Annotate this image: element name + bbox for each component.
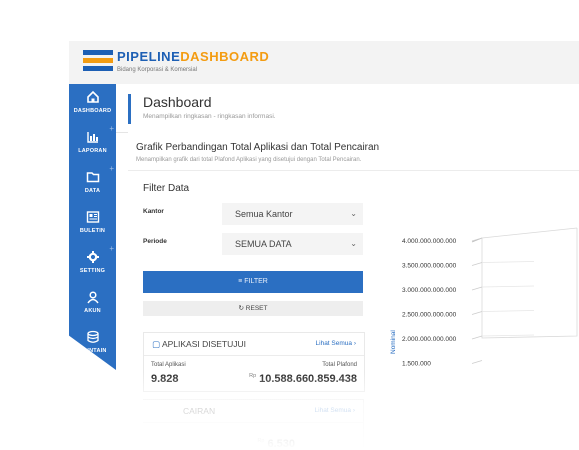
total-aplikasi-value: 9.828 xyxy=(151,373,179,385)
chevron-down-icon: ⌄ xyxy=(350,239,357,248)
sidebar-item-maintain[interactable]: MAINTAIN xyxy=(69,330,116,354)
chart-tick-line xyxy=(471,335,483,340)
sidebar-item-buletin[interactable]: BULETIN xyxy=(69,210,116,234)
reset-button[interactable]: ↻ RESET xyxy=(143,301,363,316)
total-plafond-label: Total Plafond xyxy=(322,362,357,368)
total-pencairan-value: Rp 6.530 xyxy=(257,438,295,450)
sidebar-item-label: MAINTAIN xyxy=(78,348,107,354)
app-frame: PIPELINEDASHBOARD Bidang Korporasi & Kom… xyxy=(0,0,579,450)
see-all-link-text: Lihat Semua xyxy=(315,340,353,347)
expand-plus-icon: + xyxy=(109,164,114,173)
expand-plus-icon: + xyxy=(109,124,114,133)
total-aplikasi-label: Total Aplikasi xyxy=(151,362,186,368)
chevron-right-icon: › xyxy=(353,340,356,347)
brand-title-part1: PIPELINE xyxy=(117,49,181,64)
y-tick-label: 2.500.000.000.000 xyxy=(402,312,457,319)
page-description: Menampilkan ringkasan - ringkasan inform… xyxy=(143,113,276,120)
sidebar-item-label: AKUN xyxy=(84,308,101,314)
header-accent-bar xyxy=(128,94,131,124)
chart-gridline xyxy=(481,334,535,337)
kantor-select[interactable]: Semua Kantor ⌄ xyxy=(222,203,363,225)
section-title: Grafik Perbandingan Total Aplikasi dan T… xyxy=(136,142,380,153)
brand-subtitle: Bidang Korporasi & Komersial xyxy=(117,67,198,73)
top-bar: PIPELINEDASHBOARD Bidang Korporasi & Kom… xyxy=(69,41,579,85)
newspaper-icon xyxy=(86,211,99,223)
card-title-text: APLIKASI DISETUJUI xyxy=(161,339,247,349)
kantor-select-value: Semua Kantor xyxy=(235,209,293,219)
see-all-link[interactable]: Lihat Semua › xyxy=(315,407,355,414)
total-plafond-amount: 10.588.660.859.438 xyxy=(259,373,357,385)
sidebar-item-data[interactable]: + DATA xyxy=(69,164,116,194)
card-pencairan: CAIRAN Lihat Semua › Rp 6.530 xyxy=(143,399,364,450)
folder-icon: ▢ xyxy=(152,339,161,349)
section-divider xyxy=(128,170,579,171)
y-tick-label: 1.500.000 xyxy=(402,361,431,368)
chart-tick-line xyxy=(471,237,483,242)
chevron-down-icon: ⌄ xyxy=(350,209,357,218)
kantor-label: Kantor xyxy=(143,208,164,215)
periode-select-value: SEMUA DATA xyxy=(235,239,292,249)
sidebar-item-label: SETTING xyxy=(79,268,106,274)
sidebar-item-setting[interactable]: + SETTING xyxy=(69,244,116,274)
chart-tick-line xyxy=(471,311,483,315)
sidebar: DASHBOARD + LAPORAN + DATA BULETIN + SET… xyxy=(69,84,116,370)
chart-gridline xyxy=(481,285,535,288)
filter-button[interactable]: ≡ FILTER xyxy=(143,271,363,293)
chart-top-edge xyxy=(481,227,578,239)
brand-title[interactable]: PIPELINEDASHBOARD xyxy=(117,49,269,64)
card-divider xyxy=(143,422,363,423)
total-plafond-value: Rp 10.588.660.859.438 xyxy=(249,373,357,385)
sidebar-item-label: DASHBOARD xyxy=(73,108,112,114)
section-description: Menampilkan grafik dari total Plafond Ap… xyxy=(136,157,362,163)
bar-chart-icon xyxy=(86,132,98,143)
reset-button-label: RESET xyxy=(245,305,268,312)
sidebar-item-akun[interactable]: AKUN xyxy=(69,290,116,314)
logo-icon xyxy=(83,50,113,72)
database-icon xyxy=(86,330,99,343)
chart-tick-line xyxy=(471,360,483,364)
y-tick-label: 4.000.000.000.000 xyxy=(402,238,457,245)
y-tick-label: 3.500.000.000.000 xyxy=(402,263,457,270)
gear-icon xyxy=(86,251,99,263)
currency-label: Rp xyxy=(257,438,265,444)
card-aplikasi-disetujui: ▢ APLIKASI DISETUJUI Lihat Semua › Total… xyxy=(143,332,365,392)
see-all-link[interactable]: Lihat Semua › xyxy=(316,340,356,347)
y-tick-label: 3.000.000.000.000 xyxy=(402,287,457,294)
periode-select[interactable]: SEMUA DATA ⌄ xyxy=(222,233,363,255)
brand-title-part2: DASHBOARD xyxy=(180,49,270,64)
refresh-icon: ↻ xyxy=(238,305,244,312)
card-title: CAIRAN xyxy=(183,406,215,416)
chevron-right-icon: › xyxy=(352,407,355,414)
chart-tick-line xyxy=(471,262,483,266)
card-divider xyxy=(144,355,364,356)
folder-icon xyxy=(86,172,99,183)
filter-button-label: FILTER xyxy=(244,278,268,285)
home-icon xyxy=(86,90,99,103)
sidebar-item-dashboard[interactable]: DASHBOARD xyxy=(69,90,116,114)
page-title: Dashboard xyxy=(143,94,212,110)
currency-label: Rp xyxy=(249,373,257,379)
expand-plus-icon: + xyxy=(109,244,114,253)
y-tick-label: 2.000.000.000.000 xyxy=(402,336,457,343)
chart-back-wall xyxy=(481,228,578,339)
sidebar-item-laporan[interactable]: + LAPORAN xyxy=(69,124,116,154)
card-title: ▢ APLIKASI DISETUJUI xyxy=(152,339,246,350)
filter-icon: ≡ xyxy=(238,278,243,285)
total-pencairan-amount: 6.530 xyxy=(267,438,295,450)
user-icon xyxy=(86,291,99,304)
see-all-link-text: Lihat Semua xyxy=(314,407,352,414)
sidebar-item-label: LAPORAN xyxy=(78,148,107,154)
chart-tick-line xyxy=(471,286,483,291)
page-header: Dashboard Menampilkan ringkasan - ringka… xyxy=(116,84,579,133)
filter-title: Filter Data xyxy=(143,183,190,194)
sidebar-item-label: BULETIN xyxy=(79,228,106,234)
periode-label: Periode xyxy=(143,238,167,245)
sidebar-item-label: DATA xyxy=(84,188,101,194)
chart-gridline xyxy=(481,261,535,263)
comparison-chart: 4.000.000.000.000 3.500.000.000.000 3.000.… xyxy=(390,227,578,368)
card-title-text: CAIRAN xyxy=(183,406,216,416)
chart-gridline xyxy=(481,310,535,312)
y-axis-label: Nominal xyxy=(390,330,397,354)
